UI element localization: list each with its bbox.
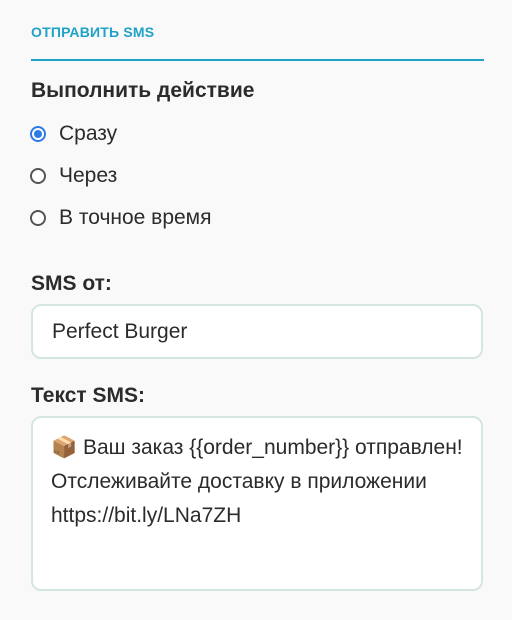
radio-option-after-delay[interactable]: Через: [30, 163, 117, 189]
sms-sender-input[interactable]: Perfect Burger: [31, 304, 483, 359]
radio-label-immediately: Сразу: [59, 122, 118, 145]
radio-option-immediately[interactable]: Сразу: [30, 121, 117, 147]
radio-button-after-delay[interactable]: [30, 168, 46, 184]
sms-sender-label: SMS от:: [31, 272, 112, 295]
action-timing-label: Выполнить действие: [31, 79, 255, 102]
radio-label-exact-time: В точное время: [59, 206, 212, 229]
radio-button-exact-time[interactable]: [30, 210, 46, 226]
section-divider: [31, 59, 484, 61]
radio-button-immediately[interactable]: [30, 126, 46, 142]
sms-text-value: Ваш заказ {{order_number}} отправлен! От…: [51, 436, 469, 527]
sms-text-textarea[interactable]: 📦 Ваш заказ {{order_number}} отправлен! …: [31, 416, 483, 591]
sms-text-label: Текст SMS:: [31, 384, 145, 407]
radio-label-after-delay: Через: [59, 164, 118, 187]
section-title: ОТПРАВИТЬ SMS: [31, 24, 155, 40]
send-sms-panel: ОТПРАВИТЬ SMS Выполнить действие Сразу Ч…: [0, 0, 512, 620]
radio-option-exact-time[interactable]: В точное время: [30, 205, 212, 231]
sms-sender-value: Perfect Burger: [52, 319, 188, 343]
package-icon: 📦: [51, 436, 78, 459]
